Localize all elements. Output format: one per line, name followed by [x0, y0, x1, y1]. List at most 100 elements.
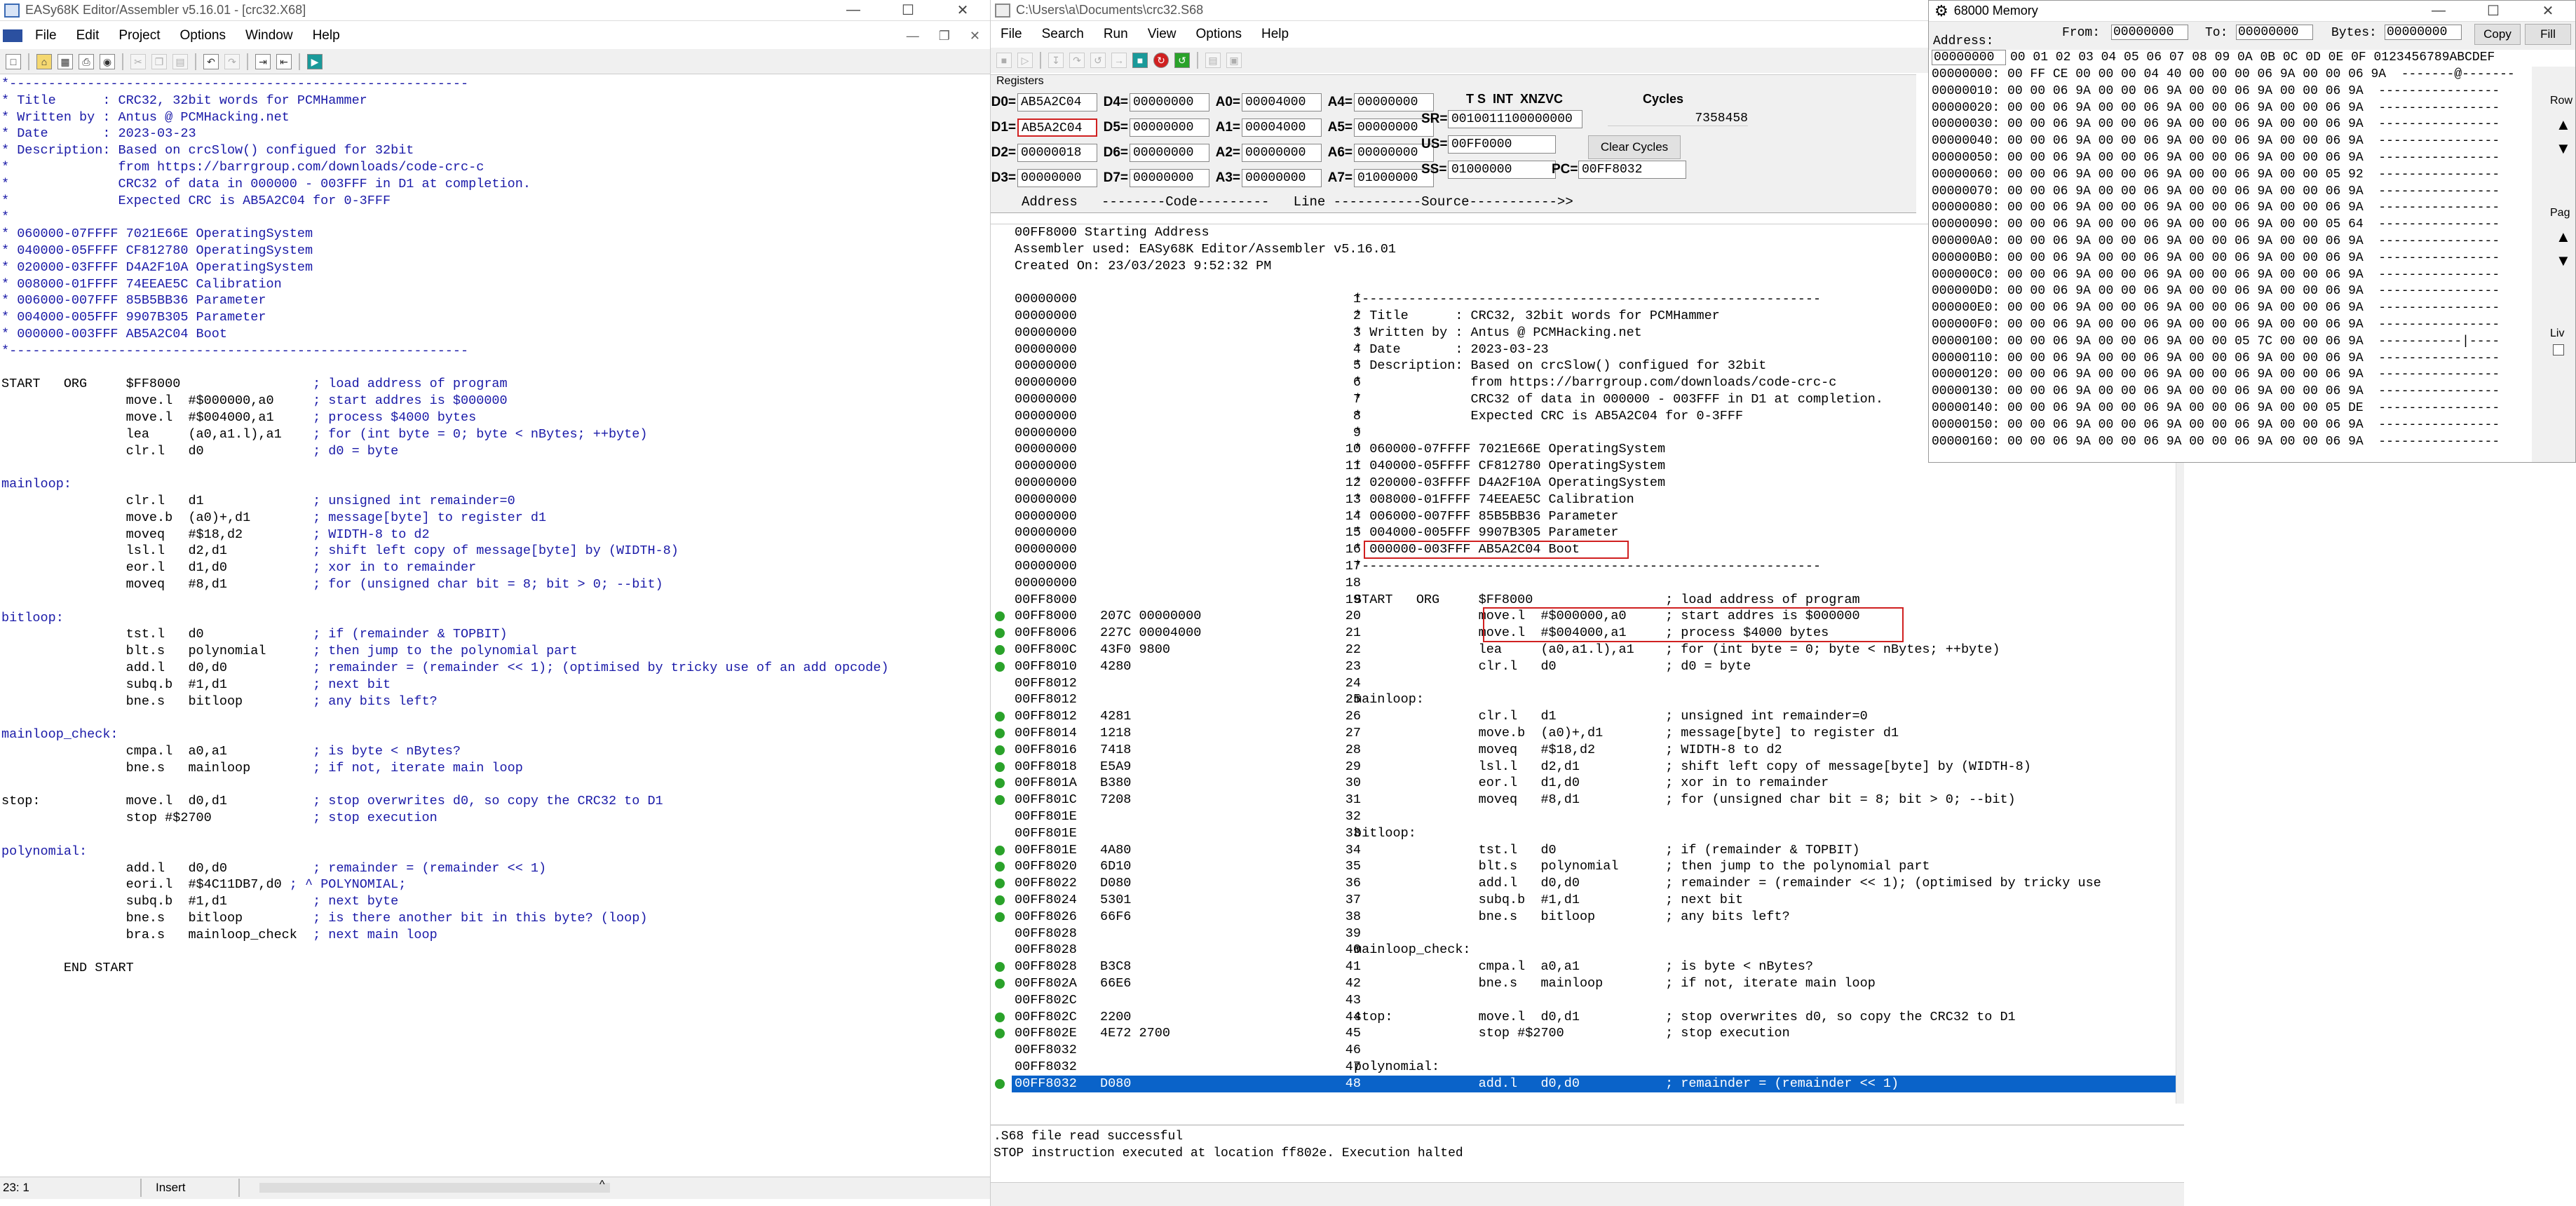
- register-a0[interactable]: A0= 00004000: [1215, 92, 1322, 113]
- sim-menu-help[interactable]: Help: [1252, 27, 1299, 42]
- breakpoint-dot-icon[interactable]: [995, 912, 1005, 922]
- menu-help[interactable]: Help: [303, 28, 350, 43]
- assemble-run-icon[interactable]: ▶: [307, 53, 323, 69]
- open-file-icon[interactable]: ■: [996, 53, 1012, 68]
- bytes-input[interactable]: 00000000: [2385, 25, 2462, 40]
- sr-register[interactable]: SR= 0010011100000000: [1421, 109, 1582, 130]
- editor-doc-icon[interactable]: [0, 28, 25, 43]
- breakpoint-dot-icon[interactable]: [995, 1029, 1005, 1039]
- menu-options[interactable]: Options: [170, 28, 236, 43]
- to-input[interactable]: 00000000: [2236, 25, 2313, 40]
- register-value[interactable]: AB5A2C04: [1017, 118, 1097, 137]
- from-input[interactable]: 00000000: [2111, 25, 2188, 40]
- us-register[interactable]: US= 00FF0000: [1421, 134, 1556, 155]
- register-d2[interactable]: D2= 00000018: [991, 142, 1097, 163]
- undo-icon[interactable]: ↶: [203, 53, 219, 69]
- breakpoint-dot-icon[interactable]: [995, 845, 1005, 855]
- menu-project[interactable]: Project: [109, 28, 170, 43]
- mdi-close-icon[interactable]: ✕: [960, 29, 990, 43]
- register-a4[interactable]: A4= 00000000: [1327, 92, 1434, 113]
- register-a7[interactable]: A7= 01000000: [1327, 168, 1434, 189]
- page-up-icon[interactable]: ▲: [2556, 228, 2571, 246]
- register-value[interactable]: 00000000: [1130, 144, 1209, 162]
- reset-icon[interactable]: ↻: [1153, 53, 1169, 68]
- breakpoint-dot-icon[interactable]: [995, 611, 1005, 622]
- pc-register[interactable]: PC= 00FF8032: [1552, 159, 1686, 180]
- row-down-icon[interactable]: ▼: [2556, 140, 2571, 158]
- ss-register[interactable]: SS= 01000000: [1421, 159, 1556, 180]
- print-icon[interactable]: ⎙: [79, 53, 94, 69]
- new-file-icon[interactable]: □: [6, 53, 21, 69]
- live-checkbox[interactable]: [2553, 344, 2564, 355]
- memory-dump[interactable]: 00000000: 00 FF CE 00 00 00 04 40 00 00 …: [1929, 67, 2532, 459]
- breakpoint-dot-icon[interactable]: [995, 795, 1005, 806]
- redo-icon[interactable]: ↷: [224, 53, 240, 69]
- trace-icon[interactable]: ↺: [1090, 53, 1106, 68]
- minimize-icon[interactable]: —: [826, 2, 881, 18]
- clear-cycles-button[interactable]: Clear Cycles: [1588, 135, 1681, 159]
- breakpoint-dot-icon[interactable]: [995, 962, 1005, 973]
- register-d7[interactable]: D7= 00000000: [1103, 168, 1209, 189]
- menu-edit[interactable]: Edit: [67, 28, 109, 43]
- sim-menu-search[interactable]: Search: [1032, 27, 1094, 42]
- copy-icon[interactable]: ❐: [151, 53, 167, 69]
- breakpoint-dot-icon[interactable]: [995, 1078, 1005, 1089]
- register-value[interactable]: 00000000: [1130, 118, 1209, 137]
- register-value[interactable]: 00000000: [1242, 144, 1322, 162]
- binoculars-icon[interactable]: ◉: [100, 53, 115, 69]
- paste-icon[interactable]: ▤: [172, 53, 188, 69]
- register-d6[interactable]: D6= 00000000: [1103, 142, 1209, 163]
- register-value[interactable]: AB5A2C04: [1017, 93, 1097, 111]
- page-down-icon[interactable]: ▼: [2556, 252, 2571, 270]
- register-value[interactable]: 00000000: [1017, 169, 1097, 187]
- fill-button[interactable]: Fill: [2525, 24, 2571, 45]
- editor-code-area[interactable]: *---------------------------------------…: [0, 76, 990, 1177]
- log-stop-icon[interactable]: ▣: [1226, 53, 1242, 68]
- register-d4[interactable]: D4= 00000000: [1103, 92, 1209, 113]
- run-to-cursor-icon[interactable]: →: [1111, 53, 1127, 68]
- editor-hscrollbar[interactable]: [259, 1183, 610, 1193]
- editor-titlebar[interactable]: EASy68K Editor/Assembler v5.16.01 - [crc…: [0, 0, 990, 21]
- mdi-restore-icon[interactable]: ❐: [929, 29, 960, 43]
- close-icon[interactable]: ✕: [935, 1, 990, 19]
- breakpoint-dot-icon[interactable]: [995, 979, 1005, 989]
- register-d0[interactable]: D0= AB5A2C04: [991, 92, 1097, 113]
- register-value[interactable]: 00000018: [1017, 144, 1097, 162]
- register-a5[interactable]: A5= 00000000: [1327, 117, 1434, 138]
- indent-icon[interactable]: ⇥: [255, 53, 271, 69]
- breakpoint-dot-icon[interactable]: [995, 778, 1005, 789]
- register-a6[interactable]: A6= 00000000: [1327, 142, 1434, 163]
- register-d1[interactable]: D1= AB5A2C04: [991, 117, 1097, 138]
- breakpoint-dot-icon[interactable]: [995, 712, 1005, 722]
- log-start-icon[interactable]: ▤: [1205, 53, 1221, 68]
- menu-window[interactable]: Window: [236, 28, 303, 43]
- breakpoint-dot-icon[interactable]: [995, 628, 1005, 639]
- cut-icon[interactable]: ✂: [130, 53, 146, 69]
- address-input[interactable]: 00000000: [1932, 50, 2006, 65]
- open-folder-icon[interactable]: ⌂: [36, 53, 52, 69]
- memory-minimize-icon[interactable]: —: [2411, 3, 2466, 19]
- save-icon[interactable]: ▦: [57, 53, 73, 69]
- breakpoint-dot-icon[interactable]: [995, 895, 1005, 905]
- register-a3[interactable]: A3= 00000000: [1215, 168, 1322, 189]
- sim-menu-view[interactable]: View: [1138, 27, 1186, 42]
- breakpoint-dot-icon[interactable]: [995, 729, 1005, 738]
- copy-button[interactable]: Copy: [2474, 24, 2521, 45]
- scroll-up-caret-icon[interactable]: ^: [599, 1179, 605, 1191]
- step-into-icon[interactable]: ↧: [1048, 53, 1064, 68]
- memory-close-icon[interactable]: ✕: [2521, 2, 2575, 20]
- step-over-icon[interactable]: ↷: [1069, 53, 1085, 68]
- sim-menu-file[interactable]: File: [991, 27, 1032, 42]
- menu-file[interactable]: File: [25, 28, 67, 43]
- register-value[interactable]: 00000000: [1242, 169, 1322, 187]
- register-value[interactable]: 00000000: [1130, 169, 1209, 187]
- breakpoint-dot-icon[interactable]: [995, 879, 1005, 889]
- breakpoint-dot-icon[interactable]: [995, 862, 1005, 872]
- breakpoint-dot-icon[interactable]: [995, 745, 1005, 755]
- sim-menu-run[interactable]: Run: [1094, 27, 1138, 42]
- register-value[interactable]: 00004000: [1242, 118, 1322, 137]
- register-value[interactable]: 00000000: [1130, 93, 1209, 111]
- memory-maximize-icon[interactable]: ☐: [2466, 2, 2521, 20]
- breakpoint-dot-icon[interactable]: [995, 1012, 1005, 1022]
- memory-titlebar[interactable]: ⚙ 68000 Memory — ☐ ✕: [1929, 1, 2575, 22]
